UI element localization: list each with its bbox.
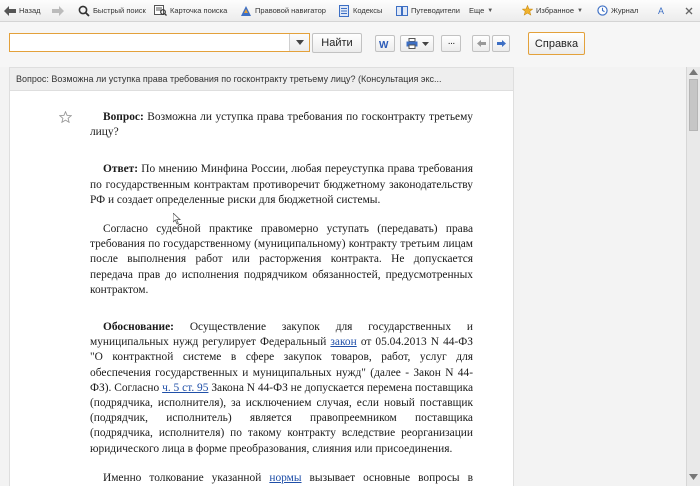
answer-label: Ответ:: [103, 163, 139, 176]
help-button[interactable]: Справка: [528, 32, 585, 55]
forward-arrow-icon: [52, 5, 64, 16]
back-label: Назад: [19, 6, 41, 15]
codes-button[interactable]: Кодексы: [339, 0, 382, 21]
last-paragraph: Именно толкование указанной нормы вызыва…: [90, 471, 473, 486]
favorites-chevron-down-icon: ▼: [577, 7, 583, 14]
chevron-down-icon: [295, 40, 304, 45]
arrow-left-icon: [476, 40, 486, 47]
svg-text:W: W: [379, 40, 389, 49]
norm-link[interactable]: нормы: [269, 472, 301, 484]
magnifier-icon: [78, 5, 90, 17]
guides-icon: [396, 5, 408, 16]
find-button-label: Найти: [321, 37, 353, 49]
last-text-1: Именно толкование указанной: [103, 471, 270, 484]
more-chevron-down-icon: ▼: [487, 7, 494, 14]
search-input[interactable]: [10, 34, 290, 51]
next-entry-button[interactable]: [492, 35, 510, 52]
article-link[interactable]: ч. 5 ст. 95: [162, 382, 208, 394]
more-actions-button[interactable]: ···: [441, 35, 461, 52]
find-button[interactable]: Найти: [312, 33, 362, 53]
favorites-star-icon: [522, 5, 533, 16]
question-paragraph: Вопрос: Возможна ли уступка права требов…: [90, 110, 473, 140]
document-body: Вопрос: Возможна ли уступка права требов…: [9, 91, 514, 486]
legal-navigator-icon: [241, 5, 251, 16]
more-menu-button[interactable]: Еще ▼: [469, 0, 493, 21]
vertical-scrollbar[interactable]: [686, 67, 700, 486]
more-dots-icon: ···: [447, 38, 456, 49]
close-icon: [685, 7, 693, 14]
bookmark-star-icon[interactable]: [59, 111, 72, 123]
practice-paragraph: Согласно судебной практике правомерно ус…: [90, 222, 473, 298]
top-toolbar: Назад Быстрый поиск Карточка поиска Прав…: [0, 0, 700, 22]
prev-entry-button[interactable]: [472, 35, 490, 52]
guides-button[interactable]: Путеводители: [396, 0, 460, 21]
document-content: Вопрос: Возможна ли уступка права требов…: [90, 110, 473, 486]
search-card-icon: [154, 5, 167, 16]
back-arrow-icon: [4, 5, 16, 16]
legal-navigator-label: Правовой навигатор: [255, 6, 326, 15]
print-menu-button[interactable]: [400, 35, 434, 52]
search-row: Найти W ··· Справка: [0, 22, 700, 67]
law-link[interactable]: закон: [330, 336, 356, 348]
document-title-bar: Вопрос: Возможна ли уступка права требов…: [9, 67, 514, 91]
word-icon: W: [379, 40, 389, 49]
quick-search-label: Быстрый поиск: [93, 6, 146, 15]
answer-paragraph: Ответ: По мнению Минфина России, любая п…: [90, 162, 473, 208]
more-label: Еще: [469, 6, 485, 15]
word-export-button[interactable]: W: [375, 35, 395, 52]
scroll-down-icon[interactable]: [689, 474, 698, 480]
guides-label: Путеводители: [411, 6, 460, 15]
journal-button[interactable]: Журнал: [597, 0, 638, 21]
quick-search-button[interactable]: Быстрый поиск: [78, 0, 146, 21]
question-label: Вопрос:: [103, 111, 144, 123]
basis-label: Обоснование:: [103, 321, 174, 334]
answer-text: По мнению Минфина России, любая переусту…: [90, 163, 473, 206]
basis-paragraph: Обоснование: Осуществление закупок для г…: [90, 320, 473, 457]
forward-button[interactable]: [52, 0, 64, 21]
scroll-up-icon[interactable]: [689, 69, 698, 75]
right-side-panel: [514, 67, 686, 486]
favorites-label: Избранное: [536, 6, 575, 15]
document-title: Вопрос: Возможна ли уступка права требов…: [16, 74, 442, 84]
codes-label: Кодексы: [353, 6, 383, 15]
printer-icon: [406, 38, 417, 49]
question-text: Возможна ли уступка права требования по …: [90, 111, 473, 139]
print-chevron-down-icon: [421, 41, 429, 46]
journal-label: Журнал: [611, 6, 639, 15]
codes-icon: [339, 4, 349, 17]
help-button-label: Справка: [534, 37, 579, 50]
scrollbar-thumb[interactable]: [689, 79, 698, 131]
legal-navigator-button[interactable]: Правовой навигатор: [240, 0, 326, 21]
search-card-label: Карточка поиска: [170, 6, 228, 15]
clock-icon: [597, 5, 608, 16]
practice-text: Согласно судебной практике правомерно ус…: [90, 223, 473, 296]
font-size-button[interactable]: А: [658, 0, 664, 21]
arrow-right-icon: [496, 40, 506, 47]
search-history-dropdown[interactable]: [289, 34, 309, 51]
back-button[interactable]: Назад: [4, 0, 41, 21]
search-card-button[interactable]: Карточка поиска: [154, 0, 227, 21]
search-box: [9, 33, 310, 52]
font-size-label: А: [658, 5, 665, 16]
close-button[interactable]: [685, 0, 693, 21]
favorites-button[interactable]: Избранное ▼: [522, 0, 583, 21]
